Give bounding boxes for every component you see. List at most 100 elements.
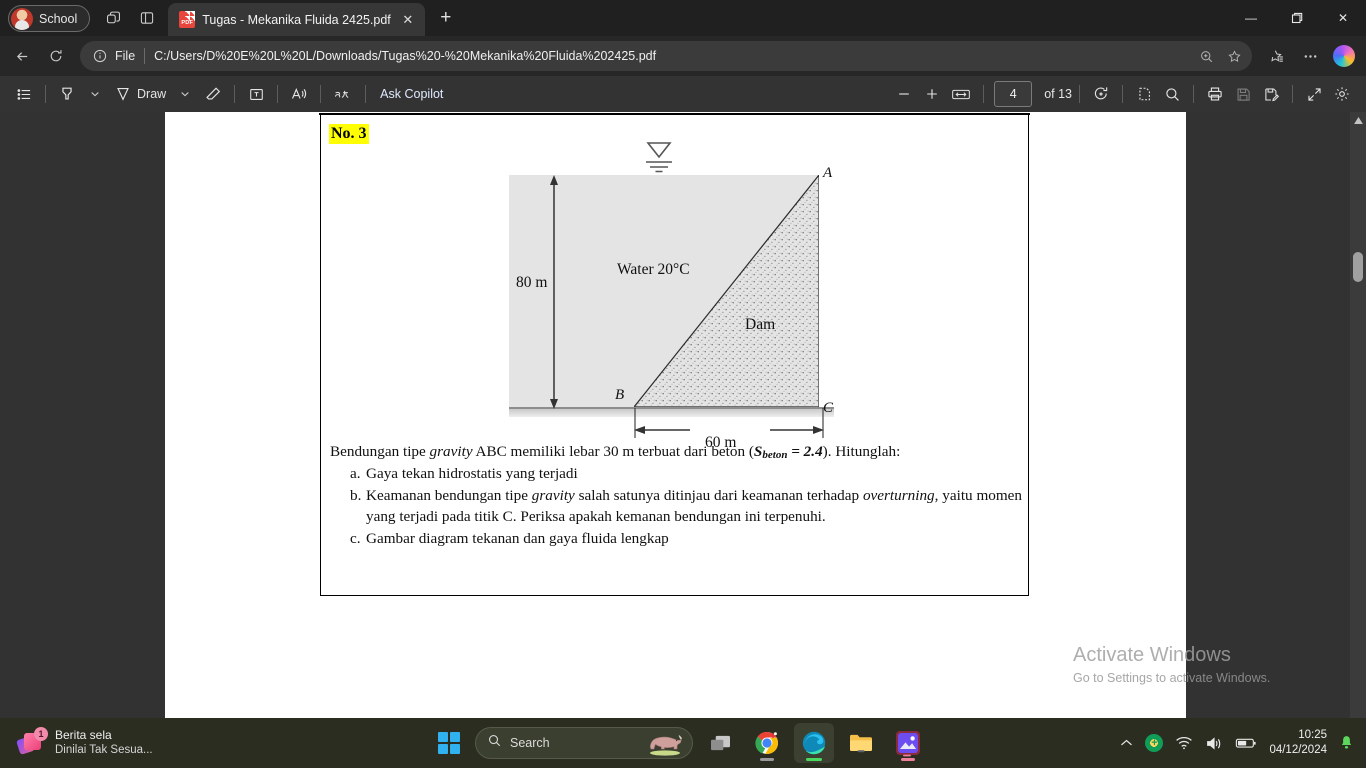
- security-shield-icon[interactable]: [1145, 734, 1164, 752]
- question-text: Bendungan tipe gravity ABC memiliki leba…: [330, 442, 1022, 550]
- new-tab-button[interactable]: +: [431, 3, 461, 33]
- table-of-contents-icon[interactable]: [10, 80, 38, 108]
- intro-part-1: Bendungan tipe: [330, 443, 430, 460]
- profile-button[interactable]: School: [8, 5, 91, 32]
- pdf-toolbar-right: [1158, 80, 1356, 108]
- taskbar-clock[interactable]: 10:25 04/12/2024: [1269, 728, 1327, 758]
- list-item: b. Keamanan bendungan tipe gravity salah…: [330, 486, 1022, 528]
- news-widget[interactable]: 1 Berita sela Dinilai Tak Sesua...: [16, 727, 153, 758]
- search-input[interactable]: Search: [475, 727, 693, 759]
- rotate-icon[interactable]: [1087, 80, 1115, 108]
- page-view-icon[interactable]: [1130, 80, 1158, 108]
- scheme-label: File: [115, 49, 136, 63]
- read-aloud-icon[interactable]: [285, 80, 313, 108]
- task-view-button[interactable]: [700, 723, 740, 763]
- address-bar[interactable]: File C:/Users/D%20E%20L%20L/Downloads/Tu…: [80, 41, 1252, 71]
- vertical-scrollbar[interactable]: [1350, 112, 1366, 718]
- news-title: Berita sela: [55, 728, 112, 742]
- height-dimension-arrow: [550, 175, 558, 409]
- maximize-icon[interactable]: [1274, 0, 1320, 36]
- intro-part-4: ). Hitunglah:: [822, 443, 901, 460]
- taskbar-edge-icon[interactable]: [794, 723, 834, 763]
- intro-value: = 2.4: [787, 443, 823, 460]
- copilot-icon[interactable]: [1328, 40, 1360, 72]
- zoom-out-button[interactable]: [890, 80, 918, 108]
- zoom-in-button[interactable]: [918, 80, 946, 108]
- ask-copilot-button[interactable]: Ask Copilot: [373, 80, 450, 108]
- tab-actions-icon[interactable]: [96, 3, 130, 33]
- highlight-dropdown-icon[interactable]: [81, 80, 109, 108]
- list-item: a. Gaya tekan hidrostatis yang terjadi: [330, 464, 1022, 485]
- draw-dropdown-icon[interactable]: [171, 80, 199, 108]
- clock-time: 10:25: [1298, 729, 1327, 741]
- item-b-part-2: salah satunya ditinjau dari keamanan ter…: [574, 487, 863, 505]
- item-b-part-1: Keamanan bendungan tipe: [366, 487, 532, 505]
- split-screen-icon[interactable]: [130, 3, 164, 33]
- zoom-in-page-icon[interactable]: [1192, 42, 1220, 70]
- battery-icon[interactable]: [1235, 736, 1257, 750]
- fullscreen-icon[interactable]: [1300, 80, 1328, 108]
- taskbar-file-explorer-icon[interactable]: [841, 723, 881, 763]
- gear-icon[interactable]: [1328, 80, 1356, 108]
- eraser-icon[interactable]: [199, 80, 227, 108]
- news-subtitle: Dinilai Tak Sesua...: [55, 744, 153, 756]
- item-text: Gambar diagram tekanan dan gaya fluida l…: [366, 530, 669, 548]
- add-text-icon[interactable]: [242, 80, 270, 108]
- tray-chevron-up-icon[interactable]: [1120, 738, 1133, 748]
- tab-title: Tugas - Mekanika Fluida 2425.pdf: [202, 12, 391, 27]
- scroll-up-icon[interactable]: [1350, 112, 1366, 128]
- edge-browser-window: School PDF Tugas - Mekanika Fluida 2425.…: [0, 0, 1366, 768]
- volume-icon[interactable]: [1205, 736, 1223, 751]
- wifi-icon[interactable]: [1175, 736, 1193, 750]
- start-button[interactable]: [438, 732, 460, 754]
- favorites-icon[interactable]: [1260, 40, 1292, 72]
- search-icon[interactable]: [1158, 80, 1186, 108]
- point-c-label: C: [823, 400, 834, 416]
- list-item: c. Gambar diagram tekanan dan gaya fluid…: [330, 529, 1022, 550]
- item-b-italic-1: gravity: [531, 487, 575, 505]
- print-icon[interactable]: [1201, 80, 1229, 108]
- taskbar-chrome-icon[interactable]: [747, 723, 787, 763]
- highlight-icon[interactable]: [53, 80, 81, 108]
- tab-strip: School PDF Tugas - Mekanika Fluida 2425.…: [0, 0, 1366, 36]
- page-number-input[interactable]: 4: [994, 81, 1033, 107]
- notification-bell-icon[interactable]: [1339, 735, 1354, 751]
- news-icon: 1: [16, 727, 48, 756]
- close-window-icon[interactable]: ✕: [1320, 0, 1366, 36]
- omnibox-divider: [144, 48, 146, 64]
- back-icon[interactable]: [6, 40, 38, 72]
- close-tab-icon[interactable]: ✕: [398, 10, 418, 30]
- settings-more-icon[interactable]: [1294, 40, 1326, 72]
- fit-width-icon[interactable]: [946, 80, 976, 108]
- app-running-indicator: [901, 758, 915, 761]
- navigation-bar: File C:/Users/D%20E%20L%20L/Downloads/Tu…: [0, 36, 1366, 76]
- reload-icon[interactable]: [40, 40, 72, 72]
- pdf-viewer[interactable]: No. 3 Water 20°C Dam 80 m 60 m A B C Ben…: [0, 112, 1366, 718]
- browser-tab[interactable]: PDF Tugas - Mekanika Fluida 2425.pdf ✕: [168, 3, 425, 36]
- taskbar-center: Search: [438, 723, 928, 763]
- point-b-label: B: [615, 387, 625, 403]
- info-icon[interactable]: [92, 48, 108, 64]
- toolbar-divider: [277, 85, 279, 103]
- profile-label: School: [39, 11, 78, 26]
- system-tray: 10:25 04/12/2024: [1120, 728, 1366, 758]
- url-text[interactable]: C:/Users/D%20E%20L%20L/Downloads/Tugas%2…: [154, 49, 1192, 63]
- save-as-icon[interactable]: [1257, 80, 1285, 108]
- clock-date: 04/12/2024: [1269, 744, 1327, 756]
- point-a-label: A: [823, 165, 833, 181]
- taskbar-photos-icon[interactable]: [888, 723, 928, 763]
- favorite-star-icon[interactable]: [1220, 42, 1248, 70]
- toolbar-divider: [983, 85, 985, 103]
- minimize-icon[interactable]: —: [1228, 0, 1274, 36]
- question-intro: Bendungan tipe gravity ABC memiliki leba…: [330, 442, 1022, 463]
- draw-label: Draw: [137, 87, 167, 101]
- draw-button[interactable]: Draw: [109, 80, 171, 108]
- item-text: Keamanan bendungan tipe gravity salah sa…: [366, 486, 1022, 528]
- toolbar-divider: [234, 85, 236, 103]
- scrollbar-thumb[interactable]: [1353, 252, 1363, 282]
- search-icon: [487, 733, 502, 753]
- toolbar-divider: [365, 85, 367, 103]
- translate-icon[interactable]: [328, 80, 358, 108]
- save-icon[interactable]: [1229, 80, 1257, 108]
- pdf-page: No. 3 Water 20°C Dam 80 m 60 m A B C Ben…: [165, 112, 1186, 718]
